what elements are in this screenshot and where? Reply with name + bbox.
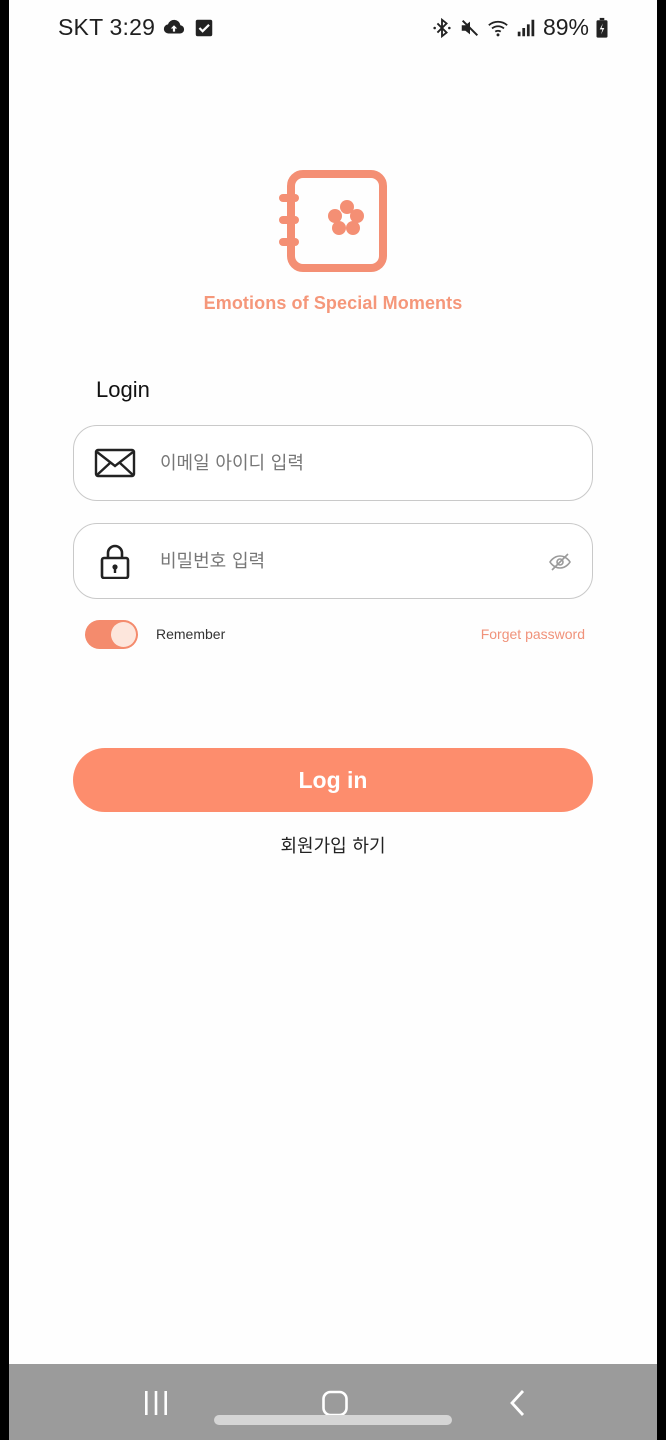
home-icon[interactable] [321, 1388, 349, 1418]
toggle-knob [111, 622, 136, 647]
lock-icon [94, 543, 136, 579]
email-input[interactable] [160, 444, 540, 482]
password-field[interactable] [73, 523, 593, 599]
recents-icon[interactable] [141, 1388, 171, 1418]
app-title: Emotions of Special Moments [203, 293, 463, 313]
status-bar: SKT 3:29 89% [9, 0, 657, 58]
cloud-upload-icon [163, 17, 185, 39]
login-heading: Login [96, 377, 150, 402]
status-right: 89% [431, 14, 609, 41]
signal-icon [515, 17, 537, 39]
email-field[interactable] [73, 425, 593, 501]
checkbox-icon [193, 17, 215, 39]
remember-label: Remember [156, 626, 226, 642]
battery-icon [595, 17, 609, 39]
signup-link[interactable]: 회원가입 하기 [9, 832, 657, 858]
gesture-bar[interactable] [214, 1415, 452, 1425]
password-input[interactable] [160, 542, 540, 580]
navigation-bar [9, 1364, 657, 1440]
login-screen: SKT 3:29 89% Emotions of Special Moments… [9, 0, 657, 1440]
back-icon[interactable] [507, 1388, 529, 1418]
status-left: SKT 3:29 [58, 14, 215, 41]
battery-percent: 89% [542, 14, 589, 40]
wifi-icon [487, 17, 509, 39]
bluetooth-icon [431, 17, 453, 39]
carrier-time: SKT 3:29 [58, 14, 156, 40]
remember-row: Remember Forget password [85, 619, 585, 649]
eye-off-icon[interactable] [548, 550, 572, 574]
login-button[interactable]: Log in [73, 748, 593, 812]
forget-password-link[interactable]: Forget password [481, 626, 585, 642]
app-logo [277, 170, 389, 274]
envelope-icon [94, 445, 136, 481]
remember-toggle[interactable] [85, 620, 138, 649]
mute-icon [459, 17, 481, 39]
